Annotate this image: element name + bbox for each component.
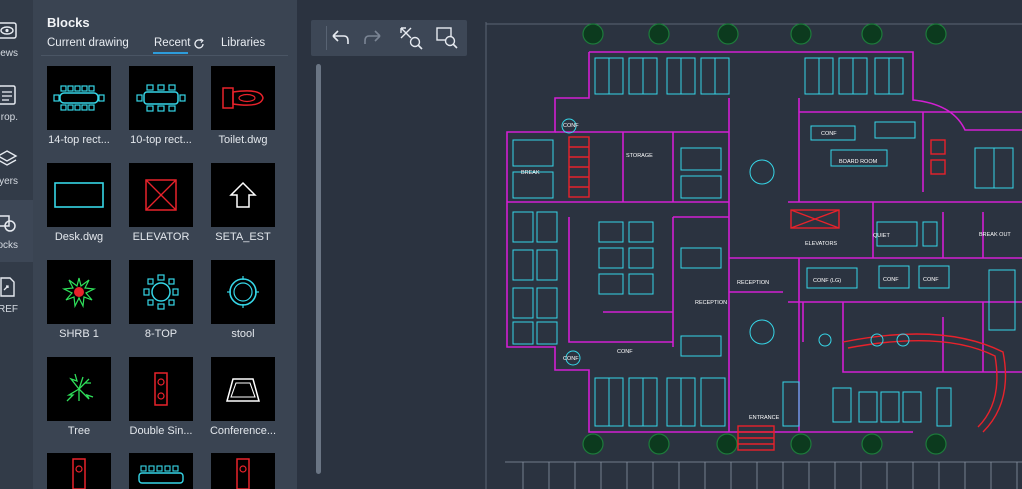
label-quiet: QUIET <box>873 233 890 239</box>
layers-icon <box>0 150 18 166</box>
undo-button[interactable] <box>325 24 353 52</box>
block-label: Toilet.dwg <box>218 134 268 146</box>
tree-icon <box>66 373 94 402</box>
block-tile[interactable] <box>211 357 275 421</box>
rail-item-views[interactable]: ews <box>0 8 33 70</box>
block-tile[interactable] <box>211 453 275 489</box>
elevator-icon <box>145 179 177 211</box>
rail-item-blocks[interactable]: ocks <box>0 200 33 262</box>
label-conf-1: CONF <box>821 131 837 137</box>
stool-icon <box>227 276 259 308</box>
sink-icon <box>236 458 250 489</box>
label-conf-2: CONF <box>883 277 899 283</box>
block-tile[interactable] <box>129 357 193 421</box>
rail-item-label: ocks <box>0 240 18 251</box>
label-board-room: BOARD ROOM <box>839 159 878 165</box>
active-tab-indicator <box>153 52 188 54</box>
desk-icon <box>54 182 104 208</box>
block-tile[interactable] <box>47 163 111 227</box>
label-conf-5: CONF <box>563 356 579 362</box>
block-tile[interactable] <box>129 260 193 324</box>
block-label: 10-top rect... <box>130 134 192 146</box>
round-table-icon <box>143 274 179 310</box>
conference-table-10-icon <box>136 84 186 112</box>
block-tile[interactable] <box>47 260 111 324</box>
rail-item-layers[interactable]: yers <box>0 136 33 198</box>
block-tile[interactable] <box>211 66 275 130</box>
rail-item-label: yers <box>0 176 18 187</box>
parking-stalls <box>505 461 1022 489</box>
block-tile[interactable] <box>47 66 111 130</box>
label-conf-6: CONF <box>617 349 633 355</box>
block-label: Conference... <box>209 425 277 437</box>
conference-room-icon <box>226 378 260 402</box>
xref-icon <box>0 277 15 297</box>
label-storage: STORAGE <box>626 153 653 159</box>
building-walls <box>506 51 1022 433</box>
rail-item-properties[interactable]: rop. <box>0 72 33 134</box>
left-rail: ews rop. yers ocks REF <box>0 0 33 489</box>
redo-button[interactable] <box>360 24 388 52</box>
block-tile[interactable] <box>211 260 275 324</box>
eye-icon <box>0 22 17 39</box>
block-label: SETA_EST <box>215 231 271 243</box>
refresh-icon[interactable] <box>193 38 205 50</box>
label-conf-lg: CONF (LG) <box>813 278 841 284</box>
tab-divider <box>41 55 288 56</box>
block-tile[interactable] <box>47 357 111 421</box>
tree-row <box>582 23 947 455</box>
double-sink-icon <box>154 372 168 406</box>
label-conf-3: CONF <box>923 277 939 283</box>
zoom-window-button[interactable] <box>433 24 461 52</box>
redo-icon <box>364 30 381 44</box>
block-label: Double Sin... <box>129 425 193 437</box>
label-entrance: ENTRANCE <box>749 415 780 421</box>
label-elevators: ELEVATORS <box>805 241 837 247</box>
toilet-icon <box>222 87 264 109</box>
properties-icon <box>0 85 16 105</box>
zoom-window-icon <box>436 27 458 49</box>
block-tile[interactable] <box>129 163 193 227</box>
tab-libraries[interactable]: Libraries <box>221 37 265 49</box>
block-label: 8-TOP <box>144 328 178 340</box>
rail-item-label: rop. <box>0 112 18 123</box>
label-reception: RECEPTION <box>737 280 769 286</box>
rail-item-label: REF <box>0 304 18 315</box>
block-tile[interactable] <box>129 66 193 130</box>
rail-item-xref[interactable]: REF <box>0 264 33 326</box>
label-reception-desk: RECEPTION <box>695 300 727 306</box>
block-label: ELEVATOR <box>132 231 190 243</box>
undo-icon <box>332 30 349 44</box>
panel-title: Blocks <box>47 15 90 30</box>
conference-table-14-icon <box>53 85 105 111</box>
tab-current-drawing[interactable]: Current drawing <box>47 37 129 49</box>
arrow-up-icon <box>229 181 257 208</box>
block-tile[interactable] <box>129 453 193 489</box>
label-conf-4: CONF <box>563 123 579 129</box>
block-label: SHRB 1 <box>59 328 99 340</box>
zoom-extents-button[interactable] <box>397 24 425 52</box>
shrub-icon <box>61 277 97 309</box>
blocks-panel: Blocks Current drawing Recent Libraries … <box>33 0 321 489</box>
block-tile[interactable] <box>47 453 111 489</box>
block-label: Desk.dwg <box>54 231 104 243</box>
zoom-extents-icon <box>400 27 423 50</box>
block-label: stool <box>231 328 255 340</box>
floor-plan-drawing[interactable]: STORAGE BREAK BOARD ROOM CONF CONF (LG) … <box>483 22 1022 489</box>
block-label: 14-top rect... <box>48 134 110 146</box>
label-break-out: BREAK OUT <box>979 232 1011 238</box>
panel-scrollbar[interactable] <box>316 64 321 474</box>
tab-recent[interactable]: Recent <box>154 37 190 49</box>
sink-icon <box>72 458 86 489</box>
block-label: Tree <box>67 425 91 437</box>
blocks-icon <box>0 215 16 232</box>
block-tile[interactable] <box>211 163 275 227</box>
view-toolbar <box>311 20 467 56</box>
conference-table-icon <box>138 465 184 484</box>
label-break: BREAK <box>521 170 540 176</box>
rail-item-label: ews <box>0 48 18 59</box>
